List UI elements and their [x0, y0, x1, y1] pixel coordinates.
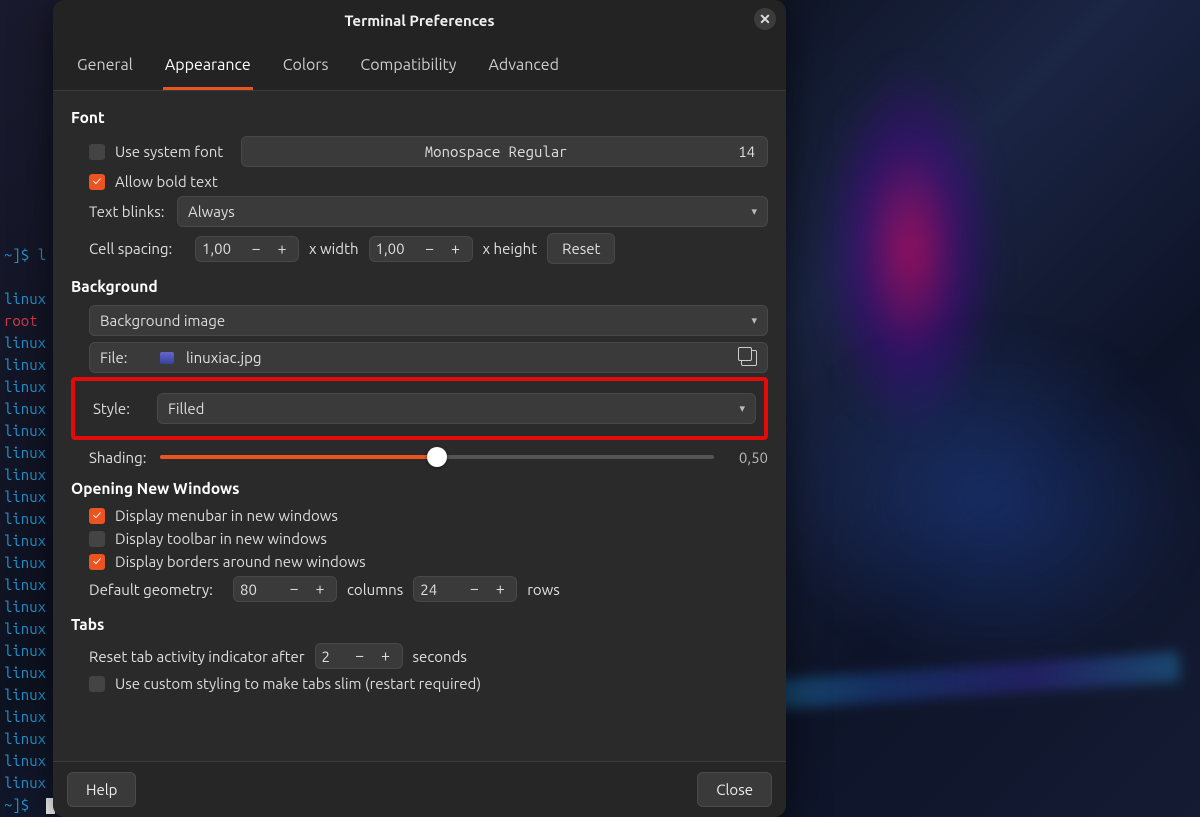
slim-tabs-checkbox[interactable] [89, 676, 105, 692]
cell-spacing-label: Cell spacing: [89, 240, 185, 257]
dialog-footer: Help Close [53, 761, 786, 817]
reset-indicator-label-a: Reset tab activity indicator after [89, 648, 305, 665]
plus-icon[interactable]: + [490, 580, 510, 598]
rows-stepper[interactable]: 24 − + [413, 576, 517, 602]
text-blinks-select[interactable]: Always ▾ [177, 196, 768, 227]
cell-height-value: 1,00 [376, 240, 414, 257]
columns-value: 80 [240, 581, 278, 598]
section-tabs: Tabs [71, 616, 768, 633]
rows-label: rows [527, 581, 560, 598]
toolbar-checkbox[interactable] [89, 531, 105, 547]
reset-button[interactable]: Reset [547, 233, 615, 264]
background-mode-select[interactable]: Background image ▾ [89, 305, 768, 336]
file-row: File: linuxiac.jpg [89, 342, 768, 373]
toolbar-label: Display toolbar in new windows [115, 530, 327, 547]
help-button[interactable]: Help [67, 772, 136, 807]
background-mode-value: Background image [100, 312, 225, 329]
allow-bold-checkbox[interactable] [89, 174, 105, 190]
style-select[interactable]: Filled ▾ [157, 393, 756, 424]
minus-icon[interactable]: − [420, 240, 440, 258]
reset-indicator-label-b: seconds [413, 648, 467, 665]
allow-bold-label: Allow bold text [115, 173, 218, 190]
section-font: Font [71, 109, 768, 126]
columns-label: columns [347, 581, 403, 598]
text-blinks-label: Text blinks: [89, 203, 167, 220]
use-system-font-label: Use system font [115, 143, 223, 160]
minus-icon[interactable]: − [350, 647, 370, 665]
tab-compatibility[interactable]: Compatibility [358, 50, 458, 90]
close-button[interactable]: Close [697, 772, 772, 807]
close-icon[interactable]: ✕ [754, 8, 776, 30]
font-size: 14 [738, 143, 755, 160]
plus-icon[interactable]: + [310, 580, 330, 598]
tab-bar: General Appearance Colors Compatibility … [53, 40, 786, 91]
file-name: linuxiac.jpg [186, 349, 262, 366]
shading-slider[interactable] [160, 448, 714, 466]
chevron-down-icon: ▾ [751, 314, 757, 327]
chevron-down-icon: ▾ [739, 402, 745, 415]
tab-appearance[interactable]: Appearance [163, 50, 253, 90]
tab-advanced[interactable]: Advanced [486, 50, 560, 90]
plus-icon[interactable]: + [446, 240, 466, 258]
reset-seconds-value: 2 [322, 648, 344, 665]
minus-icon[interactable]: − [284, 580, 304, 598]
font-name: Monospace Regular [254, 143, 738, 160]
use-system-font-checkbox[interactable] [89, 144, 105, 160]
image-file-icon [160, 352, 174, 364]
menubar-checkbox[interactable] [89, 508, 105, 524]
rows-value: 24 [420, 581, 458, 598]
tab-general[interactable]: General [75, 50, 135, 90]
bg-glow2 [780, 330, 1200, 670]
cell-height-stepper[interactable]: 1,00 − + [369, 236, 473, 262]
minus-icon[interactable]: − [464, 580, 484, 598]
preferences-dialog: Terminal Preferences ✕ General Appearanc… [53, 0, 786, 817]
style-highlight: Style: Filled ▾ [71, 377, 768, 440]
geometry-label: Default geometry: [89, 581, 223, 598]
borders-label: Display borders around new windows [115, 553, 366, 570]
style-value: Filled [168, 400, 204, 417]
section-background: Background [71, 278, 768, 295]
plus-icon[interactable]: + [376, 647, 396, 665]
terminal-behind: ~]$ l linux root linux linux linux linux… [4, 200, 55, 816]
file-label: File: [100, 349, 148, 366]
menubar-label: Display menubar in new windows [115, 507, 338, 524]
chevron-down-icon: ▾ [751, 205, 757, 218]
shading-label: Shading: [89, 449, 146, 466]
x-height-label: x height [483, 240, 538, 257]
cell-width-value: 1,00 [202, 240, 240, 257]
reset-seconds-stepper[interactable]: 2 − + [315, 643, 403, 669]
slim-tabs-label: Use custom styling to make tabs slim (re… [115, 675, 481, 692]
minus-icon[interactable]: − [246, 240, 266, 258]
browse-file-icon[interactable] [741, 350, 757, 366]
titlebar: Terminal Preferences ✕ [53, 0, 786, 40]
x-width-label: x width [309, 240, 359, 257]
content-area: Font Use system font Monospace Regular 1… [53, 91, 786, 761]
columns-stepper[interactable]: 80 − + [233, 576, 337, 602]
window-title: Terminal Preferences [344, 12, 494, 29]
cell-width-stepper[interactable]: 1,00 − + [195, 236, 299, 262]
tab-colors[interactable]: Colors [281, 50, 331, 90]
font-selector[interactable]: Monospace Regular 14 [241, 136, 768, 167]
plus-icon[interactable]: + [272, 240, 292, 258]
style-label: Style: [93, 400, 147, 417]
borders-checkbox[interactable] [89, 554, 105, 570]
text-blinks-value: Always [188, 203, 235, 220]
shading-value: 0,50 [728, 449, 768, 466]
section-opening: Opening New Windows [71, 480, 768, 497]
